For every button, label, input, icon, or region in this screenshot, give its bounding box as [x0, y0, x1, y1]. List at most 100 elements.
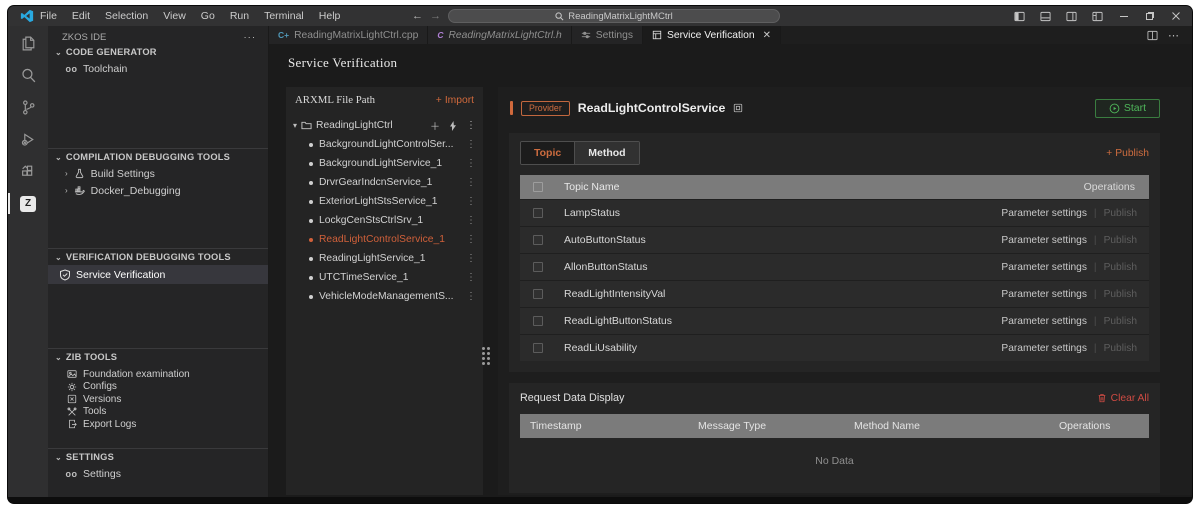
tab-method[interactable]: Method — [574, 142, 639, 164]
explorer-icon[interactable] — [8, 31, 48, 56]
tree-item[interactable]: UTCTimeService_1 ⋮ — [286, 268, 483, 287]
parameter-settings-link[interactable]: Parameter settings — [1001, 208, 1087, 219]
publish-link[interactable]: Publish — [1104, 262, 1137, 273]
tab-readingmatrixlightctrl-h[interactable]: C ReadingMatrixLightCtrl.h — [428, 26, 572, 44]
sidebar-item-foundation-examination[interactable]: Foundation examination — [48, 368, 268, 381]
kebab-menu-icon[interactable]: ⋮ — [466, 196, 476, 207]
toggle-panel-icon[interactable] — [1039, 10, 1052, 23]
start-button[interactable]: Start — [1094, 98, 1160, 118]
menu-edit[interactable]: Edit — [72, 10, 90, 22]
kebab-menu-icon[interactable]: ⋮ — [466, 291, 476, 302]
sidebar-item-versions[interactable]: Versions — [48, 393, 268, 406]
parameter-settings-link[interactable]: Parameter settings — [1001, 262, 1087, 273]
sidebar-more-icon[interactable]: ··· — [244, 32, 257, 43]
close-window-button[interactable] — [1169, 10, 1182, 23]
tree-item[interactable]: BackgroundLightService_1 ⋮ — [286, 154, 483, 173]
parameter-settings-link[interactable]: Parameter settings — [1001, 316, 1087, 327]
search-icon — [555, 11, 564, 20]
tab-settings[interactable]: Settings — [571, 26, 643, 44]
minimize-button[interactable] — [1117, 10, 1130, 23]
split-editor-icon[interactable] — [1147, 30, 1158, 41]
row-checkbox[interactable] — [533, 343, 543, 353]
tree-item[interactable]: DrvrGearIndcnService_1 ⋮ — [286, 173, 483, 192]
kebab-menu-icon[interactable]: ⋮ — [466, 234, 476, 245]
bolt-icon[interactable] — [449, 120, 457, 131]
publish-link[interactable]: Publish — [1104, 289, 1137, 300]
menu-help[interactable]: Help — [319, 10, 341, 22]
publish-button[interactable]: + Publish — [1106, 148, 1149, 159]
publish-link[interactable]: Publish — [1104, 235, 1137, 246]
window-controls — [1013, 6, 1182, 26]
kebab-menu-icon[interactable]: ⋮ — [466, 253, 476, 264]
import-button[interactable]: + Import — [436, 95, 474, 106]
menu-view[interactable]: View — [163, 10, 186, 22]
menu-terminal[interactable]: Terminal — [264, 10, 304, 22]
extensions-icon[interactable] — [8, 159, 48, 184]
menu-run[interactable]: Run — [230, 10, 249, 22]
kebab-menu-icon[interactable]: ⋮ — [466, 272, 476, 283]
search-sidebar-icon[interactable] — [8, 63, 48, 88]
kebab-menu-icon[interactable]: ⋮ — [466, 158, 476, 169]
parameter-settings-link[interactable]: Parameter settings — [1001, 289, 1087, 300]
kebab-menu-icon[interactable]: ⋮ — [466, 139, 476, 150]
row-checkbox[interactable] — [533, 208, 543, 218]
zkos-extension-icon[interactable]: Z — [8, 191, 48, 216]
row-checkbox[interactable] — [533, 235, 543, 245]
section-header[interactable]: ⌄ CODE GENERATOR — [48, 44, 268, 60]
row-checkbox[interactable] — [533, 262, 543, 272]
tree-root-readinglightctrl[interactable]: ▾ ReadingLightCtrl ＋ ⋮ — [286, 116, 483, 135]
close-tab-icon[interactable]: ✕ — [763, 30, 771, 41]
publish-link[interactable]: Publish — [1104, 208, 1137, 219]
kebab-menu-icon[interactable]: ⋮ — [466, 215, 476, 226]
copy-icon[interactable] — [733, 103, 743, 113]
section-header[interactable]: ⌄ ZIB TOOLS — [48, 349, 268, 365]
restore-button[interactable] — [1143, 10, 1156, 23]
row-checkbox[interactable] — [533, 316, 543, 326]
row-checkbox[interactable] — [533, 289, 543, 299]
sidebar-item-toolchain[interactable]: oo Toolchain — [48, 60, 268, 77]
publish-link[interactable]: Publish — [1104, 343, 1137, 354]
menu-file[interactable]: File — [40, 10, 57, 22]
section-header[interactable]: ⌄ SETTINGS — [48, 449, 268, 465]
sidebar-item-export-logs[interactable]: Export Logs — [48, 418, 268, 431]
customize-layout-icon[interactable] — [1091, 10, 1104, 23]
clear-all-button[interactable]: Clear All — [1097, 393, 1149, 404]
toggle-secondary-sidebar-icon[interactable] — [1065, 10, 1078, 23]
sidebar-item-docker-debugging[interactable]: › Docker_Debugging — [48, 182, 268, 199]
section-header[interactable]: ⌄ VERIFICATION DEBUGGING TOOLS — [48, 249, 268, 265]
sidebar-item-service-verification[interactable]: Service Verification — [48, 265, 268, 284]
tree-item[interactable]: VehicleModeManagementS... ⋮ — [286, 287, 483, 306]
section-header[interactable]: ⌄ COMPILATION DEBUGGING TOOLS — [48, 149, 268, 165]
select-all-checkbox[interactable] — [533, 182, 543, 192]
more-actions-icon[interactable]: ⋯ — [1168, 29, 1180, 42]
tree-item[interactable]: BackgroundLightControlSer... ⋮ — [286, 135, 483, 154]
add-icon[interactable]: ＋ — [430, 118, 440, 133]
run-debug-icon[interactable] — [8, 127, 48, 152]
tab-service-verification[interactable]: Service Verification ✕ — [643, 26, 781, 44]
menu-selection[interactable]: Selection — [105, 10, 148, 22]
parameter-settings-link[interactable]: Parameter settings — [1001, 235, 1087, 246]
sidebar-item-build-settings[interactable]: › Build Settings — [48, 165, 268, 182]
menu-go[interactable]: Go — [201, 10, 215, 22]
kebab-menu-icon[interactable]: ⋮ — [466, 177, 476, 188]
publish-link[interactable]: Publish — [1104, 316, 1137, 327]
tree-item-selected[interactable]: ReadLightControlService_1 ⋮ — [286, 230, 483, 249]
tab-topic[interactable]: Topic — [521, 142, 575, 164]
toggle-sidebar-icon[interactable] — [1013, 10, 1026, 23]
settings-icon: oo — [65, 468, 78, 479]
sidebar-item-tools[interactable]: Tools — [48, 406, 268, 419]
kebab-menu-icon[interactable]: ⋮ — [466, 120, 476, 131]
forward-arrow-icon[interactable]: → — [430, 10, 441, 22]
tree-item[interactable]: ReadingLightService_1 ⋮ — [286, 249, 483, 268]
tab-readingmatrixlightctrl-cpp[interactable]: C+ ReadingMatrixLightCtrl.cpp — [269, 26, 429, 44]
panel-resize-handle[interactable] — [480, 343, 492, 369]
tree-item[interactable]: ExteriorLightStsService_1 ⋮ — [286, 192, 483, 211]
chevron-down-icon: ⌄ — [55, 352, 62, 362]
source-control-icon[interactable] — [8, 95, 48, 120]
search-input[interactable]: ReadingMatrixLightMCtrl — [448, 9, 780, 23]
parameter-settings-link[interactable]: Parameter settings — [1001, 343, 1087, 354]
back-arrow-icon[interactable]: ← — [412, 10, 423, 22]
sidebar-item-settings[interactable]: oo Settings — [48, 465, 268, 482]
sidebar-item-configs[interactable]: Configs — [48, 381, 268, 394]
tree-item[interactable]: LockgCenStsCtrlSrv_1 ⋮ — [286, 211, 483, 230]
